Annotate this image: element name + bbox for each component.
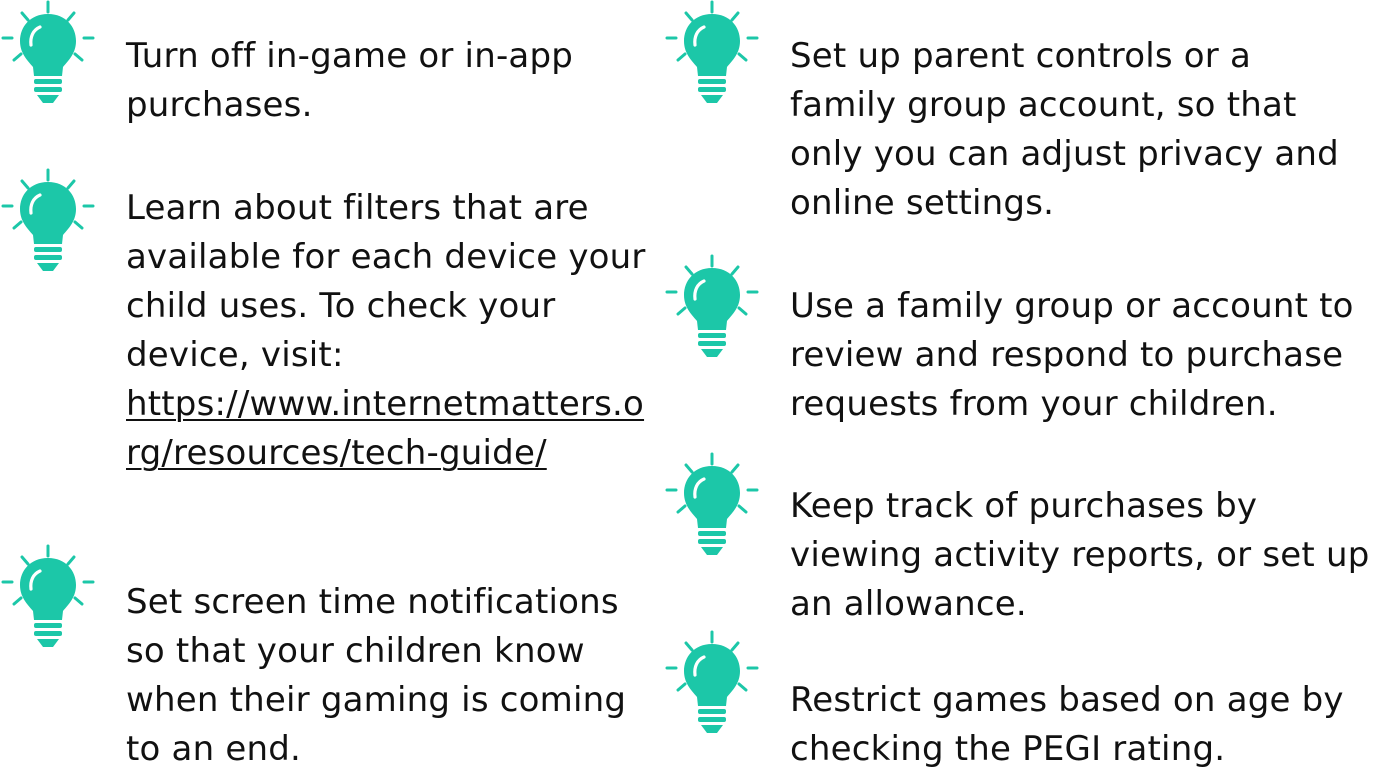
tip-line: so that your children know xyxy=(126,631,585,671)
tip-text: Use a family group or account to review … xyxy=(790,282,1354,429)
tech-guide-link[interactable]: rg/resources/tech-guide/ xyxy=(126,429,646,478)
tip-line: Keep track of purchases by xyxy=(790,486,1258,526)
lightbulb-icon xyxy=(1,544,95,649)
tip-line: Set screen time notifications xyxy=(126,582,619,622)
tip-line: purchases. xyxy=(126,85,313,125)
tip-text: Turn off in-game or in-app purchases. xyxy=(126,32,573,130)
tip-line: Set up parent controls or a xyxy=(790,36,1252,76)
tip-line: only you can adjust privacy and xyxy=(790,134,1339,174)
tip-text: Restrict games based on age by checking … xyxy=(790,676,1344,774)
tip-line: family group account, so that xyxy=(790,85,1297,125)
tip-text: Set screen time notifications so that yo… xyxy=(126,578,626,774)
tip-line: when their gaming is coming xyxy=(126,680,627,720)
lightbulb-icon xyxy=(665,254,759,359)
tip-line: viewing activity reports, or set up xyxy=(790,535,1370,575)
tip-line: online settings. xyxy=(790,183,1055,223)
tip-line: review and respond to purchase xyxy=(790,335,1344,375)
lightbulb-icon xyxy=(1,0,95,105)
tip-text: Set up parent controls or a family group… xyxy=(790,32,1339,228)
lightbulb-icon xyxy=(665,0,759,105)
lightbulb-icon xyxy=(665,630,759,735)
tip-line: Use a family group or account to xyxy=(790,286,1354,326)
tip-text: Keep track of purchases by viewing activ… xyxy=(790,482,1369,629)
tip-line: available for each device your xyxy=(126,237,646,277)
tip-line: requests from your children. xyxy=(790,384,1278,424)
tip-line: Learn about filters that are xyxy=(126,188,589,228)
tip-line: Restrict games based on age by xyxy=(790,680,1344,720)
tech-guide-link[interactable]: https://www.internetmatters.o xyxy=(126,380,646,429)
tip-text: Learn about filters that are available f… xyxy=(126,184,646,478)
tip-line: to an end. xyxy=(126,729,301,769)
tip-line: Turn off in-game or in-app xyxy=(126,36,574,76)
tip-line: checking the PEGI rating. xyxy=(790,729,1226,769)
lightbulb-icon xyxy=(665,452,759,557)
tip-line: an allowance. xyxy=(790,584,1027,624)
tip-line: device, visit: xyxy=(126,335,344,375)
tip-line: child uses. To check your xyxy=(126,286,556,326)
lightbulb-icon xyxy=(1,168,95,273)
